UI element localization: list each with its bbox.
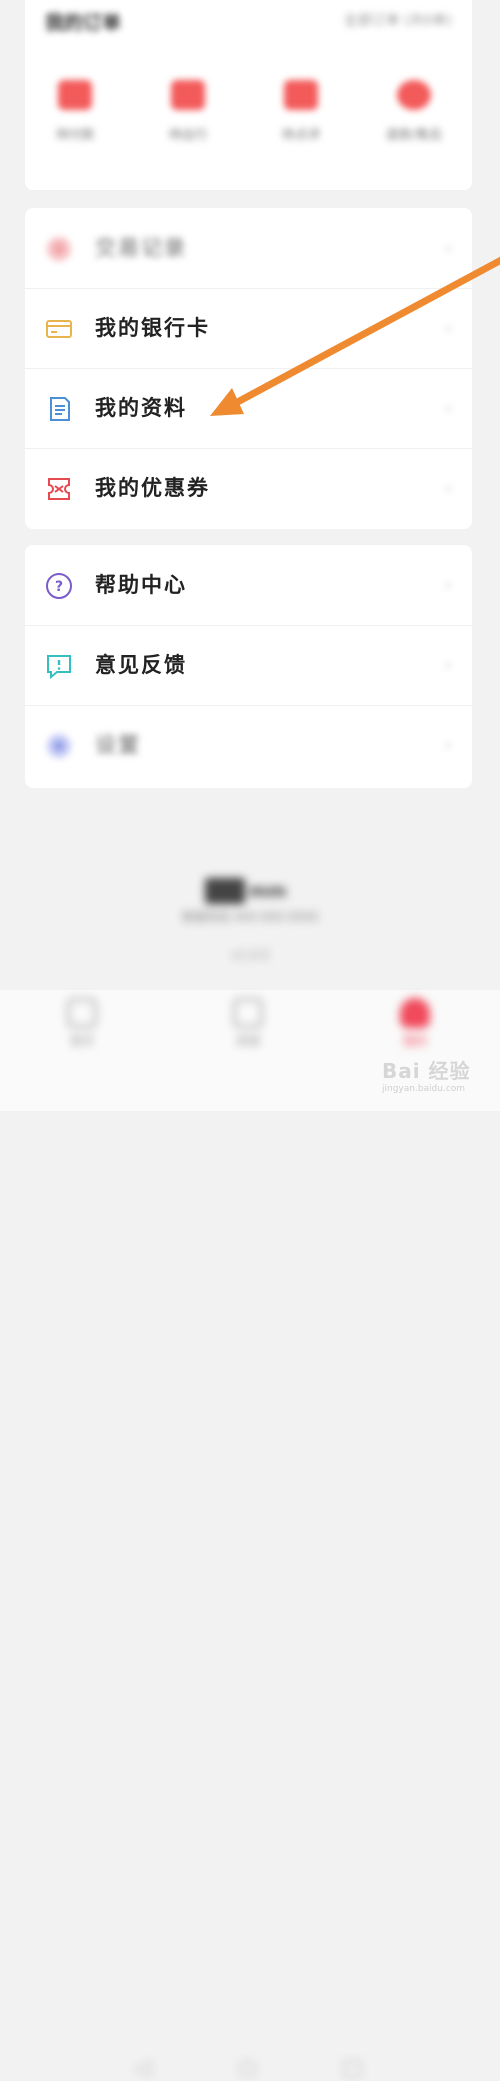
chevron-right-icon: › xyxy=(444,318,452,339)
bag-icon xyxy=(171,80,205,110)
feedback-icon xyxy=(45,652,73,680)
svg-text:¥: ¥ xyxy=(55,243,63,258)
baidu-watermark: Bai 经验 jingyan.baidu.com xyxy=(382,1055,471,1094)
recents-nav-icon[interactable]: □ xyxy=(342,2056,363,2081)
order-refund[interactable]: 退款/售后 xyxy=(374,80,454,143)
tab-home[interactable]: 首页 xyxy=(32,990,132,1049)
order-pending-trip[interactable]: 待出行 xyxy=(148,80,228,143)
menu-item-coupons[interactable]: 我的优惠券 › xyxy=(25,448,472,528)
menu-item-help-center[interactable]: ? 帮助中心 › xyxy=(25,545,472,625)
menu-item-bank-card[interactable]: 我的银行卡 › xyxy=(25,288,472,368)
tab-label: 商城 xyxy=(235,1034,260,1048)
footer-brand-logo: mm xyxy=(205,878,291,904)
wallet-icon xyxy=(58,80,92,110)
store-icon xyxy=(233,998,263,1028)
order-item-label: 待点评 xyxy=(281,128,321,143)
chevron-right-icon: › xyxy=(444,655,452,676)
menu-item-label: 意见反馈 xyxy=(95,652,187,677)
chevron-right-icon: › xyxy=(444,238,452,259)
chevron-right-icon: › xyxy=(444,735,452,756)
menu-section-support: ? 帮助中心 › 意见反馈 › 设置 › xyxy=(25,545,472,788)
menu-item-label: 我的优惠券 xyxy=(95,475,210,500)
footer-version: v1.0.0 xyxy=(231,948,269,962)
tab-mine[interactable]: 我的 xyxy=(365,990,465,1049)
tab-mall[interactable]: 商城 xyxy=(198,990,298,1049)
document-icon xyxy=(45,395,73,423)
order-pending-review[interactable]: 待点评 xyxy=(261,80,341,143)
chat-icon xyxy=(284,80,318,110)
order-pending-payment[interactable]: 待付款 xyxy=(35,80,115,143)
order-item-label: 待出行 xyxy=(168,128,208,143)
settings-icon xyxy=(45,732,73,760)
all-orders-link[interactable]: 全部订单 (共0单) xyxy=(344,10,452,30)
menu-item-label: 我的银行卡 xyxy=(95,315,210,340)
menu-item-label: 我的资料 xyxy=(95,395,187,420)
menu-item-label: 交易记录 xyxy=(95,235,187,260)
menu-item-my-profile[interactable]: 我的资料 › xyxy=(25,368,472,448)
order-item-label: 待付款 xyxy=(55,128,95,143)
order-item-label: 退款/售后 xyxy=(385,128,443,143)
footer-brand-text: mm xyxy=(249,881,287,902)
menu-item-feedback[interactable]: 意见反馈 › xyxy=(25,625,472,705)
svg-text:?: ? xyxy=(55,579,63,595)
coupon-icon xyxy=(45,475,73,503)
transaction-icon: ¥ xyxy=(45,235,73,263)
back-nav-icon[interactable]: ◁ xyxy=(134,2056,151,2081)
help-icon: ? xyxy=(45,572,73,600)
menu-item-label: 帮助中心 xyxy=(95,572,187,597)
home-icon xyxy=(67,998,97,1028)
watermark-text: Bai 经验 xyxy=(382,1059,471,1083)
tab-label: 首页 xyxy=(69,1034,94,1048)
menu-item-settings[interactable]: 设置 › xyxy=(25,705,472,785)
watermark-subtext: jingyan.baidu.com xyxy=(382,1084,466,1094)
chevron-right-icon: › xyxy=(444,478,452,499)
chevron-right-icon: › xyxy=(444,398,452,419)
refund-icon xyxy=(397,80,431,110)
footer-hotline: 客服热线 400-000-0000 xyxy=(181,910,319,924)
tab-label: 我的 xyxy=(402,1034,427,1048)
menu-item-label: 设置 xyxy=(95,732,141,757)
user-icon xyxy=(400,998,430,1028)
orders-title: 我的订单 xyxy=(45,12,122,34)
orders-card: 我的订单 全部订单 (共0单) 待付款 待出行 待点评 退款/售后 xyxy=(25,0,472,190)
menu-section-account: ¥ 交易记录 › 我的银行卡 › 我的资料 › 我的优惠券 › xyxy=(25,208,472,529)
chevron-right-icon: › xyxy=(444,575,452,596)
bank-card-icon xyxy=(45,315,73,343)
home-nav-icon[interactable]: ○ xyxy=(238,2056,257,2081)
menu-item-transactions[interactable]: ¥ 交易记录 › xyxy=(25,208,472,288)
